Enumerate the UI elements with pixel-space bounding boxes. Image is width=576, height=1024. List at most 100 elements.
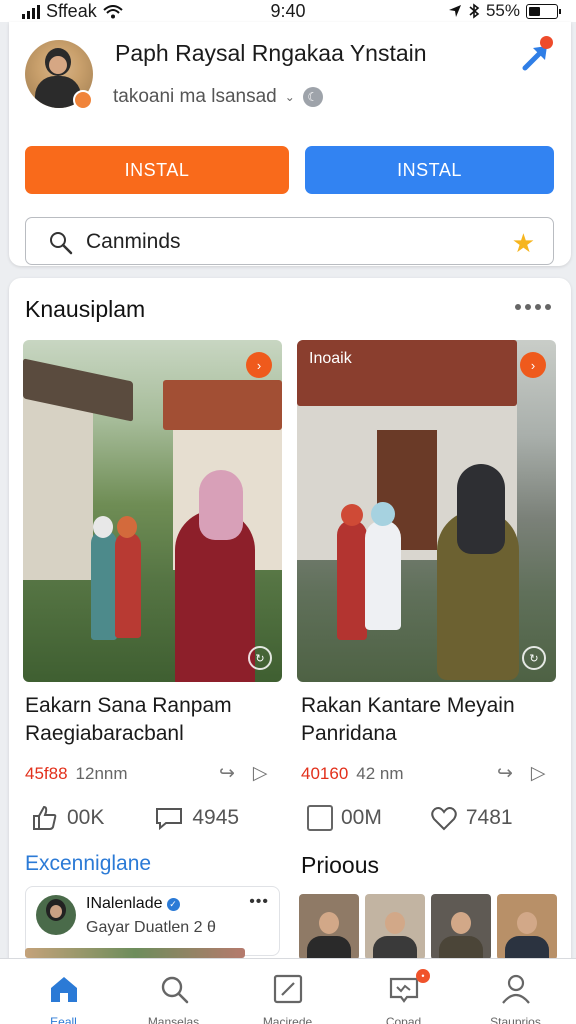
install-button-secondary[interactable]: INSTAL [305,146,554,194]
tab-home[interactable]: Eeall [6,959,121,1024]
video-title-1[interactable]: Eakarn Sana Ranpam Raegiabaracbanl [25,692,284,748]
video-thumbnail-2[interactable]: Inoaik › ↻ [297,340,556,682]
child-head-2 [371,502,395,526]
battery-percent: 55% [485,1,520,20]
person-photo-2[interactable] [365,894,425,960]
location-icon [448,5,461,17]
share-button[interactable] [519,36,557,74]
profile-subtitle[interactable]: takoani ma lsansad ⌄ ☾ [113,86,323,108]
status-right: 55% [448,1,561,21]
duration: 12nnm [75,764,128,783]
bluetooth-icon [469,3,480,19]
comment-stat[interactable]: 7481 [430,804,513,832]
like-count: 00M [341,806,382,829]
bottom-tab-bar: Eeall Manselas Macirede • Copad Stauprio… [0,958,576,1024]
like-count: 00K [67,806,105,829]
heart-icon [431,807,457,831]
creator-name-row: INalenlade ✓ [86,895,180,913]
edit-icon [273,974,303,1004]
creator-subtitle: Gayar Duatlen 2 θ [86,919,216,936]
comment-count: 7481 [465,806,513,829]
creator-avatar[interactable] [36,895,76,935]
tab-label: Macirede [262,1015,313,1024]
more-options-icon[interactable] [515,304,551,310]
child-figure [91,530,117,640]
notification-dot [540,36,553,49]
person-photo-3[interactable] [431,894,491,960]
photo-row [299,894,557,960]
share-icon[interactable]: ↪ [497,762,513,785]
video-meta-2: 40160 42 nm [301,764,404,784]
view-count: 40160 [301,764,349,783]
video-title-2[interactable]: Rakan Kantare Meyain Panridana [301,692,560,748]
person-photo-1[interactable] [299,894,359,960]
play-icon[interactable]: ▷ [531,762,546,785]
section-title: Knausiplam [25,296,146,322]
comment-icon [156,808,183,831]
comment-stat[interactable]: 4945 [154,805,239,831]
child-figure-2 [365,520,401,630]
child-head-2 [117,516,137,538]
woman-hijab [457,464,505,554]
profile-card: Paph Raysal Rngakaa Ynstain takoani ma l… [9,22,571,266]
share-icon[interactable]: ↪ [219,762,235,785]
person-photo-4[interactable] [497,894,557,960]
tab-search[interactable]: Manselas [116,959,231,1024]
play-badge-icon[interactable]: › [520,352,546,378]
child-figure-2 [115,532,141,638]
search-icon [50,232,73,255]
creator-preview-strip [25,948,245,958]
replay-icon[interactable]: ↻ [522,646,546,670]
subsection-link[interactable]: Excenniglane [25,852,151,876]
tab-label: Stauprios [490,1015,541,1024]
inbox-icon [389,977,419,1003]
profile-icon [502,974,530,1004]
avatar-status-badge [73,90,93,110]
star-icon[interactable]: ★ [512,228,535,259]
video-stats-1: 00K 4945 [31,804,239,832]
video-meta-1: 45f88 12nnm [25,764,128,784]
play-badge-icon[interactable]: › [246,352,272,378]
comment-count: 4945 [192,806,240,829]
search-icon [161,976,189,1004]
moon-icon: ☾ [302,87,323,107]
install-button-primary[interactable]: INSTAL [25,146,289,194]
verified-icon: ✓ [166,897,180,911]
tab-profile[interactable]: Stauprios [458,959,573,1024]
video-thumbnail-1[interactable]: › ↻ [23,340,282,682]
thumbnail-label: Inoaik [309,350,352,367]
creator-card[interactable]: INalenlade ✓ Gayar Duatlen 2 θ ••• [25,886,280,956]
like-stat[interactable]: 00K [31,804,104,832]
woman-hijab [199,470,243,540]
status-bar: Sffeak 9:40 55% [0,0,576,22]
profile-name: Paph Raysal Rngakaa Ynstain [115,40,427,66]
search-input[interactable]: Canminds [86,230,181,254]
replay-icon[interactable]: ↻ [248,646,272,670]
tab-create[interactable]: Macirede [230,959,345,1024]
feed-card: Knausiplam › ↻ Inoaik › ↻ Eakarn Sana Ra… [9,278,571,1024]
tab-label: Copad [385,1015,422,1024]
tab-inbox[interactable]: • Copad [346,959,461,1024]
battery-icon [526,3,561,19]
child-head [341,504,363,526]
tab-label: Eeall [50,1015,77,1024]
notification-badge: • [416,969,430,983]
creator-name: INalenlade [86,895,163,912]
video-stats-2: 00M 7481 [307,804,513,832]
subsection-title: Prioous [301,852,379,878]
profile-subtitle-text: takoani ma lsansad [113,86,277,107]
bookmark-icon [307,805,333,831]
child-figure [337,520,367,640]
video-actions-1: ↪ ▷ [219,762,268,785]
like-stat[interactable]: 00M [307,805,382,831]
chevron-down-icon: ⌄ [284,90,295,104]
more-options-icon[interactable]: ••• [249,893,269,911]
duration: 42 nm [356,764,404,783]
search-bar[interactable]: Canminds ★ [25,217,554,265]
home-icon [51,977,77,1002]
video-actions-2: ↪ ▷ [497,762,546,785]
thumbs-up-icon [33,805,57,830]
play-icon[interactable]: ▷ [253,762,268,785]
tab-label: Manselas [147,1015,200,1024]
child-head [93,516,113,538]
